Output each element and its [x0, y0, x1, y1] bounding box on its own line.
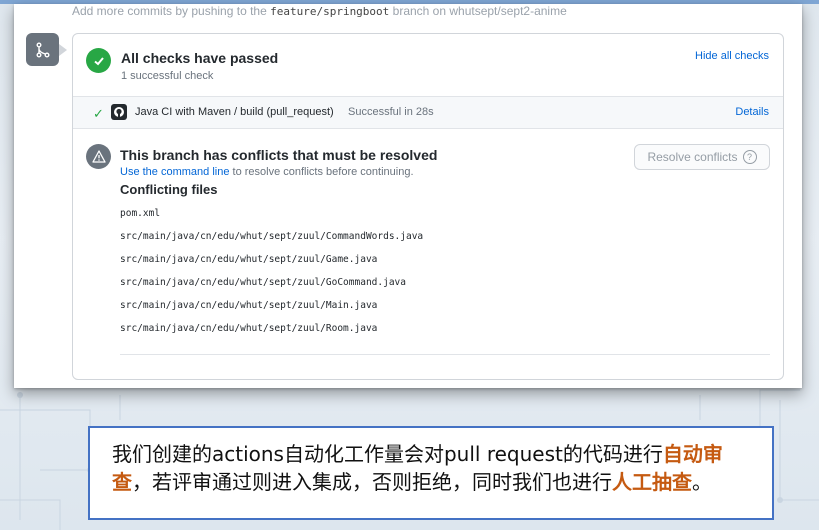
check-icon: ✓ [93, 106, 104, 121]
conflict-title: This branch has conflicts that must be r… [120, 147, 438, 163]
divider [120, 354, 770, 355]
question-icon: ? [742, 150, 757, 164]
check-name: Java CI with Maven / build (pull_request… [135, 106, 334, 118]
resolve-conflicts-label: Resolve conflicts [647, 150, 738, 164]
repo-name[interactable]: whutsept/sept2-anime [449, 4, 566, 18]
checks-title: All checks have passed [121, 50, 279, 66]
conflicting-file[interactable]: src/main/java/cn/edu/whut/sept/zuul/Game… [120, 254, 377, 265]
github-logo-icon [111, 104, 127, 120]
conflicting-file[interactable]: src/main/java/cn/edu/whut/sept/zuul/Main… [120, 300, 377, 311]
conflicting-file[interactable]: src/main/java/cn/edu/whut/sept/zuul/GoCo… [120, 277, 406, 288]
conflicting-file[interactable]: pom.xml [120, 208, 160, 219]
conflict-subtitle-rest: to resolve conflicts before continuing. [229, 166, 414, 178]
caption-text-3: 。 [692, 470, 712, 494]
github-pr-screenshot: Add more commits by pushing to the featu… [14, 4, 802, 388]
check-status: Successful in 28s [348, 106, 434, 118]
merge-status-box: All checks have passed 1 successful chec… [72, 33, 784, 380]
slide-caption: 我们创建的actions自动化工作量会对pull request的代码进行自动审… [88, 426, 774, 520]
checks-subtitle: 1 successful check [121, 70, 214, 82]
checks-summary: All checks have passed 1 successful chec… [73, 34, 783, 97]
push-hint-prefix: Add more commits by pushing to the [72, 4, 271, 18]
conflicting-files-title: Conflicting files [120, 182, 218, 197]
check-row: ✓ Java CI with Maven / build (pull_reque… [73, 97, 783, 129]
caption-highlight-manual-check: 人工抽查 [612, 470, 692, 494]
conflict-subtitle: Use the command line to resolve conflict… [120, 166, 414, 178]
hide-all-checks-link[interactable]: Hide all checks [695, 50, 769, 62]
check-circle-icon [86, 48, 111, 73]
resolve-conflicts-button[interactable]: Resolve conflicts ? [634, 144, 770, 170]
alert-icon [86, 144, 111, 169]
details-link[interactable]: Details [735, 106, 769, 118]
branch-name[interactable]: feature/springboot [270, 5, 389, 18]
command-line-link[interactable]: Use the command line [120, 166, 229, 178]
git-pull-request-icon [26, 33, 67, 66]
push-hint-middle: branch on [389, 4, 450, 18]
push-hint-text: Add more commits by pushing to the featu… [72, 4, 567, 22]
caption-text-2: ，若评审通过则进入集成，否则拒绝，同时我们也进行 [132, 470, 612, 494]
conflicting-file[interactable]: src/main/java/cn/edu/whut/sept/zuul/Room… [120, 323, 377, 334]
conflicting-file[interactable]: src/main/java/cn/edu/whut/sept/zuul/Comm… [120, 231, 423, 242]
caption-text-1: 我们创建的actions自动化工作量会对pull request的代码进行 [112, 442, 663, 466]
